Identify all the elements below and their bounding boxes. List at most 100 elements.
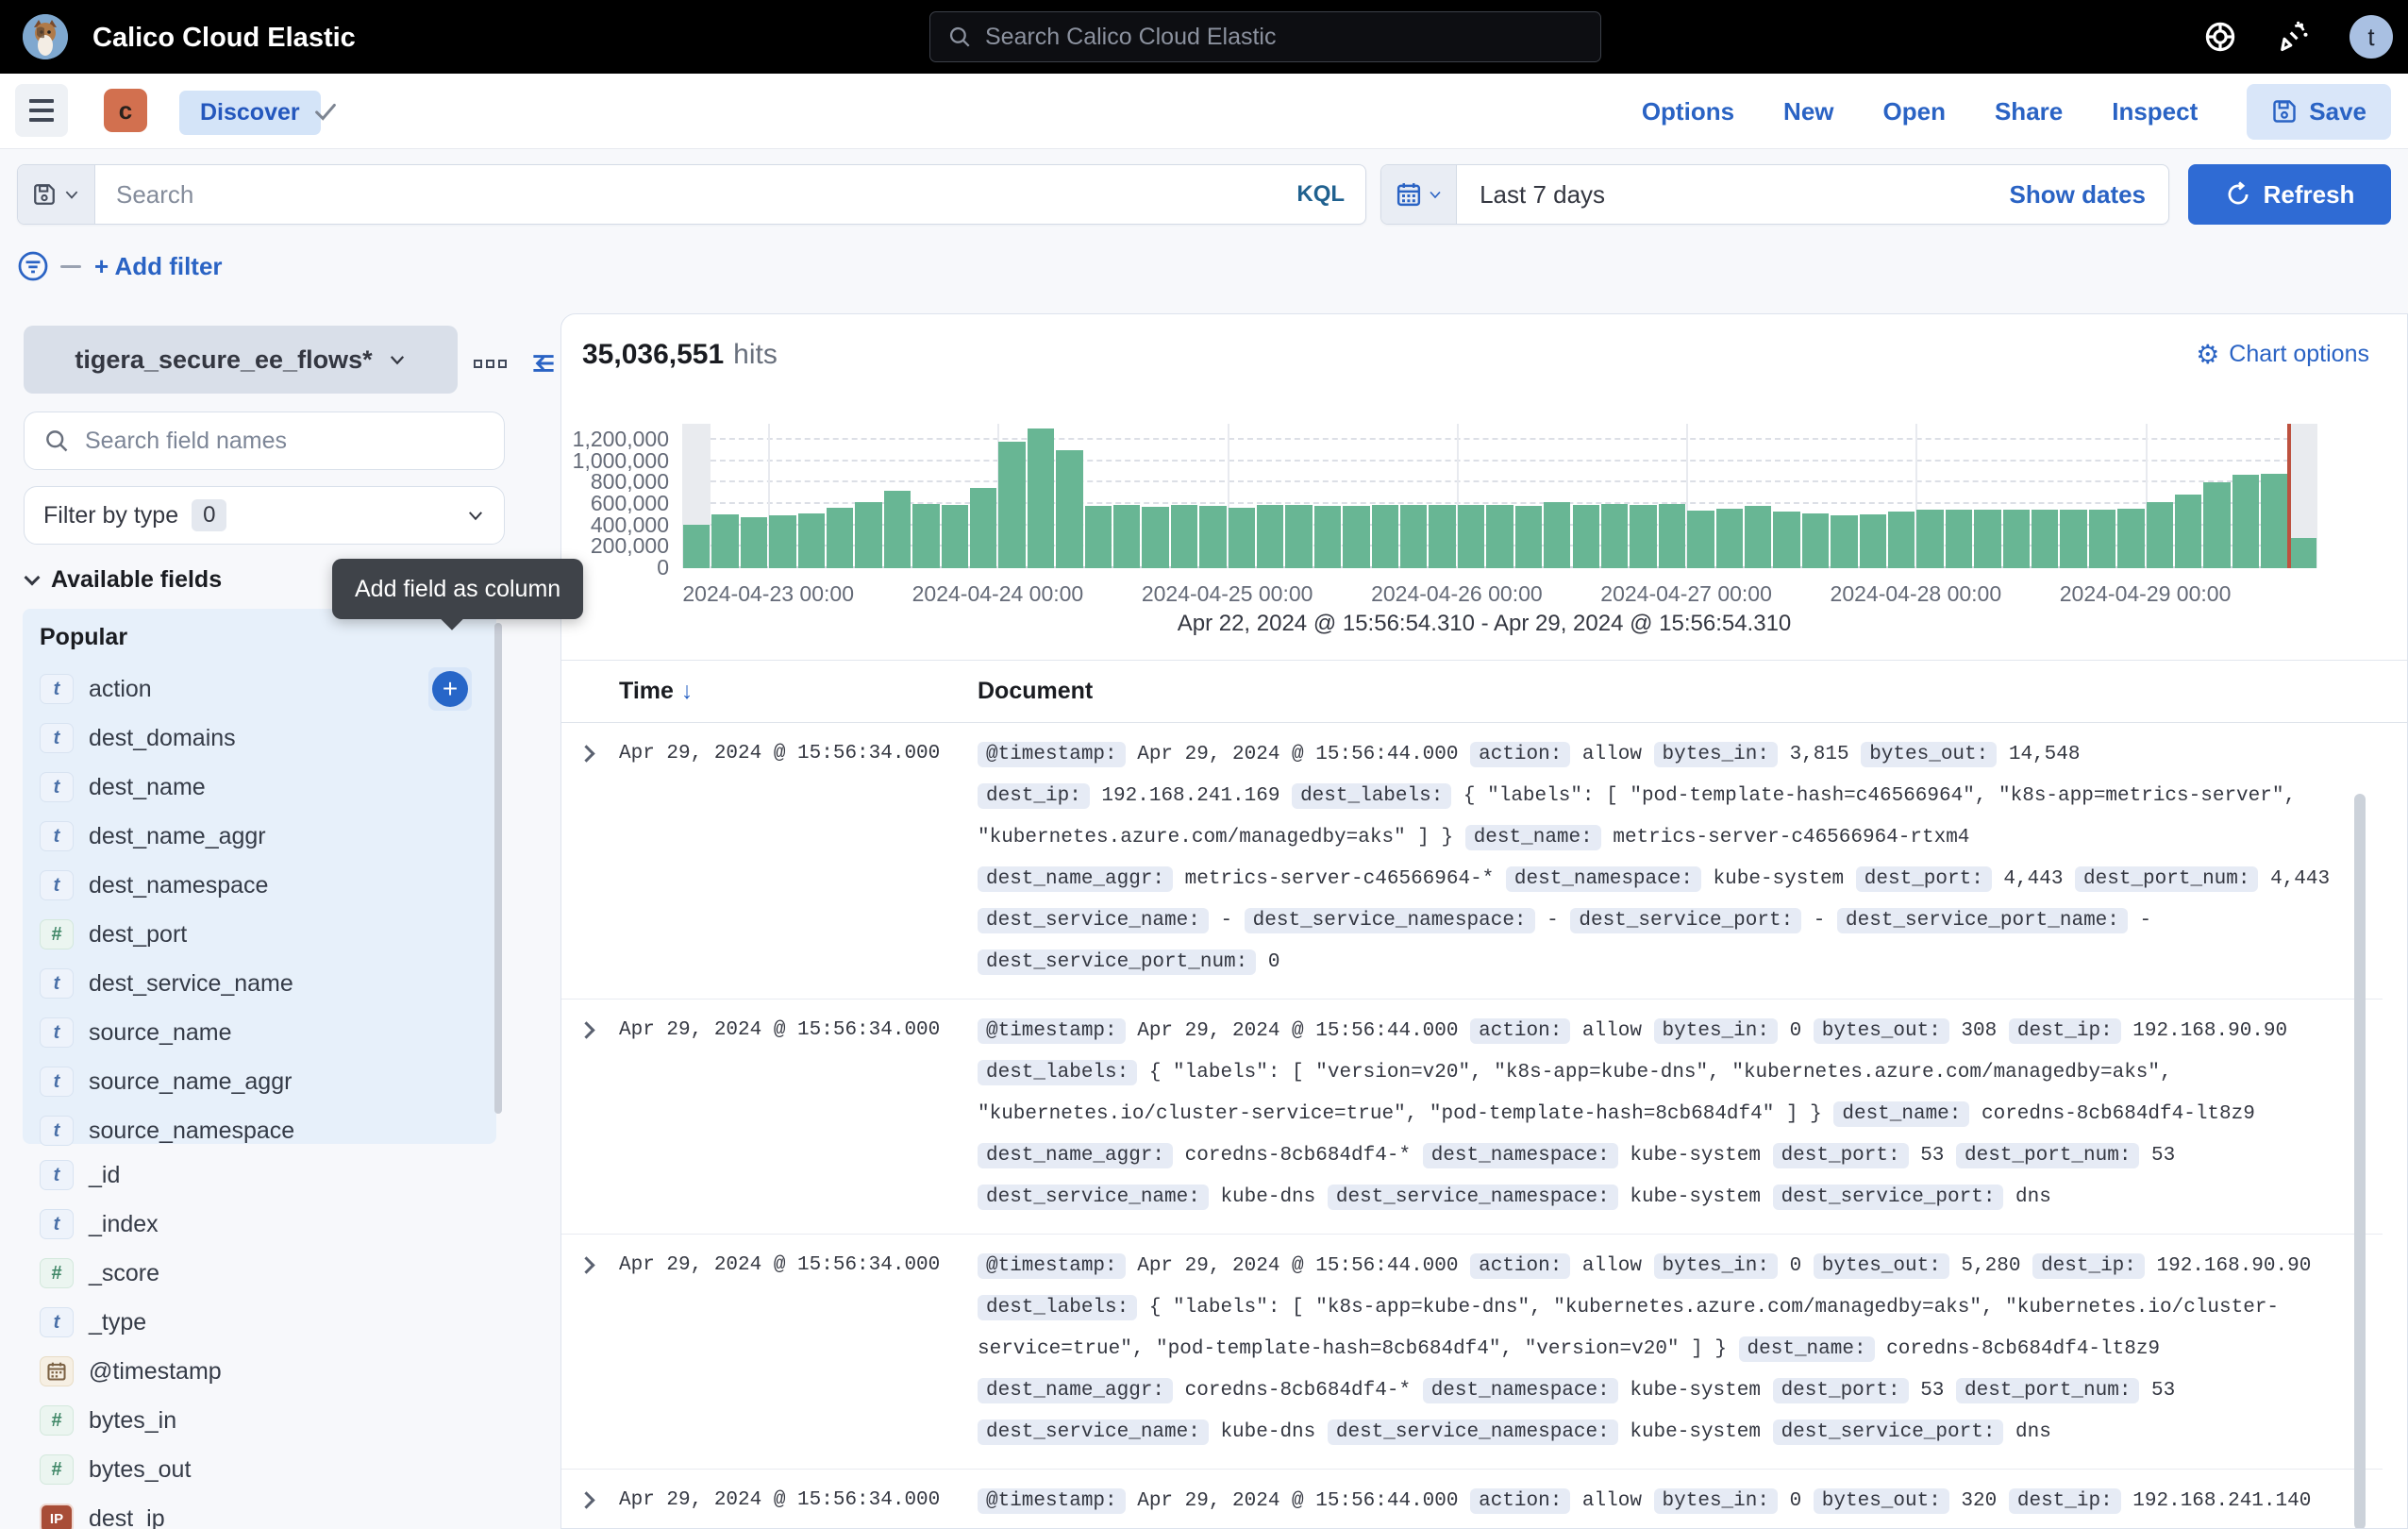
histogram-bucket[interactable] — [2260, 424, 2288, 568]
field-value-pair[interactable]: dest_namespace: kube-system — [1423, 1143, 1761, 1168]
histogram-bucket[interactable] — [768, 424, 796, 568]
field-search-input[interactable] — [85, 428, 485, 455]
calico-logo-icon[interactable] — [23, 14, 68, 59]
histogram-bucket[interactable] — [1744, 424, 1772, 568]
histogram-bucket[interactable] — [941, 424, 969, 568]
field-value-pair[interactable]: action: allow — [1470, 742, 1642, 767]
histogram-bucket[interactable] — [1198, 424, 1227, 568]
filter-icon[interactable] — [17, 250, 49, 282]
histogram-bucket[interactable] — [997, 424, 1026, 568]
available-fields-header[interactable]: Available fields — [26, 566, 222, 594]
histogram-bucket[interactable] — [2031, 424, 2059, 568]
field-item-_index[interactable]: t_index — [40, 1200, 496, 1249]
field-value-pair[interactable]: dest_name: coredns-8cb684df4-lt8z9 — [1739, 1336, 2160, 1362]
field-value-pair[interactable]: dest_service_port: dns — [1773, 1420, 2051, 1445]
histogram-bucket[interactable] — [1457, 424, 1485, 568]
field-value-pair[interactable]: dest_name_aggr: metrics-server-c46566964… — [978, 866, 1494, 892]
field-value-pair[interactable]: dest_ip: 192.168.90.90 — [2032, 1253, 2311, 1279]
histogram-bucket[interactable] — [1256, 424, 1284, 568]
chart-options-button[interactable]: ⚙ Chart options — [2196, 339, 2369, 370]
show-dates-button[interactable]: Show dates — [2010, 180, 2146, 210]
field-item-dest_service_name[interactable]: tdest_service_name — [40, 959, 496, 1008]
time-column-header[interactable]: Time↓ — [619, 678, 693, 705]
histogram-bucket[interactable] — [1084, 424, 1112, 568]
field-value-pair[interactable]: dest_port_num: 53 — [1956, 1143, 2175, 1168]
histogram-bucket[interactable] — [2146, 424, 2174, 568]
histogram-bucket[interactable] — [2116, 424, 2145, 568]
field-item-_id[interactable]: t_id — [40, 1151, 496, 1200]
expand-row-icon[interactable] — [577, 1256, 594, 1273]
save-button[interactable]: Save — [2247, 84, 2391, 140]
field-value-pair[interactable]: dest_port: 4,443 — [1856, 866, 2064, 892]
index-pattern-switcher[interactable]: tigera_secure_ee_flows* — [24, 326, 458, 394]
histogram-bucket[interactable] — [1342, 424, 1370, 568]
histogram-bucket[interactable] — [1313, 424, 1342, 568]
news-icon[interactable] — [2276, 20, 2310, 54]
field-value-pair[interactable]: @timestamp: Apr 29, 2024 @ 15:56:44.000 — [978, 742, 1458, 767]
field-value-pair[interactable]: dest_service_port: dns — [1773, 1185, 2051, 1210]
histogram-bucket[interactable] — [1055, 424, 1083, 568]
collapse-sidebar-icon[interactable] — [527, 347, 560, 379]
field-item-@timestamp[interactable]: @timestamp — [40, 1347, 496, 1396]
user-avatar[interactable]: t — [2349, 15, 2393, 59]
nav-link-options[interactable]: Options — [1642, 97, 1734, 126]
field-value-pair[interactable]: bytes_out: 308 — [1814, 1018, 1997, 1044]
field-value-pair[interactable]: dest_port: 53 — [1773, 1143, 1945, 1168]
histogram-bucket[interactable] — [1801, 424, 1830, 568]
field-value-pair[interactable]: dest_service_name: kube-dns — [978, 1185, 1315, 1210]
histogram-bucket[interactable] — [2202, 424, 2231, 568]
field-item-_score[interactable]: #_score — [40, 1249, 496, 1298]
field-item-action[interactable]: taction+ — [40, 664, 496, 714]
histogram-bucket[interactable] — [2232, 424, 2260, 568]
field-value-pair[interactable]: dest_name: metrics-server-c46566964-rtxm… — [1465, 825, 1970, 850]
field-value-pair[interactable]: @timestamp: Apr 29, 2024 @ 15:56:44.000 — [978, 1018, 1458, 1044]
time-range-value[interactable]: Last 7 days — [1480, 180, 1605, 210]
field-value-pair[interactable]: dest_service_namespace: kube-system — [1328, 1185, 1761, 1210]
field-value-pair[interactable]: dest_ip: 192.168.90.90 — [2009, 1018, 2287, 1044]
histogram-bucket[interactable] — [1371, 424, 1399, 568]
histogram-bucket[interactable] — [2088, 424, 2116, 568]
field-item-dest_ip[interactable]: IPdest_ip — [40, 1494, 496, 1529]
histogram-bucket[interactable] — [1485, 424, 1513, 568]
field-value-pair[interactable]: action: allow — [1470, 1253, 1642, 1279]
histogram-bucket[interactable] — [1686, 424, 1714, 568]
field-value-pair[interactable]: dest_port_num: 53 — [1956, 1378, 2175, 1403]
sidebar-scrollbar[interactable] — [494, 623, 502, 1114]
date-quick-select-button[interactable] — [1381, 165, 1457, 224]
histogram-bucket[interactable] — [1859, 424, 1887, 568]
field-value-pair[interactable]: bytes_in: 0 — [1654, 1488, 1802, 1514]
field-value-pair[interactable]: dest_name_aggr: coredns-8cb684df4-* — [978, 1378, 1411, 1403]
histogram-bucket[interactable] — [1428, 424, 1456, 568]
add-field-as-column-button[interactable]: + — [428, 667, 472, 711]
saved-query-menu-button[interactable] — [18, 165, 95, 224]
field-item-_type[interactable]: t_type — [40, 1298, 496, 1347]
field-value-pair[interactable]: bytes_in: 0 — [1654, 1018, 1802, 1044]
field-value-pair[interactable]: dest_service_namespace: - — [1245, 908, 1559, 933]
histogram-bucket[interactable] — [1228, 424, 1256, 568]
histogram-bucket[interactable] — [1600, 424, 1629, 568]
histogram-bucket[interactable] — [1629, 424, 1657, 568]
histogram-bucket[interactable] — [1399, 424, 1428, 568]
field-value-pair[interactable]: @timestamp: Apr 29, 2024 @ 15:56:44.000 — [978, 1253, 1458, 1279]
add-filter-button[interactable]: + Add filter — [94, 252, 223, 281]
field-item-bytes_out[interactable]: #bytes_out — [40, 1445, 496, 1494]
field-value-pair[interactable]: dest_service_namespace: kube-system — [1328, 1420, 1761, 1445]
global-search-input[interactable] — [985, 24, 1583, 51]
histogram-bucket[interactable] — [883, 424, 911, 568]
histogram-bucket[interactable] — [1915, 424, 1944, 568]
field-value-pair[interactable]: dest_service_port_name: - — [1837, 908, 2151, 933]
table-scrollbar[interactable] — [2354, 794, 2366, 1529]
nav-link-inspect[interactable]: Inspect — [2112, 97, 2198, 126]
histogram-bucket[interactable] — [1543, 424, 1571, 568]
histogram-bucket[interactable] — [969, 424, 997, 568]
global-search[interactable] — [929, 11, 1601, 62]
field-value-pair[interactable]: dest_ip: 192.168.241.140 — [2009, 1488, 2311, 1514]
histogram-bucket[interactable] — [1715, 424, 1744, 568]
field-value-pair[interactable]: dest_service_name: - — [978, 908, 1232, 933]
histogram-bucket[interactable] — [797, 424, 826, 568]
field-settings-icon[interactable] — [474, 360, 507, 368]
field-search[interactable] — [24, 412, 505, 470]
histogram-bucket[interactable] — [1772, 424, 1800, 568]
histogram-bucket[interactable] — [1141, 424, 1169, 568]
nav-link-share[interactable]: Share — [1995, 97, 2063, 126]
